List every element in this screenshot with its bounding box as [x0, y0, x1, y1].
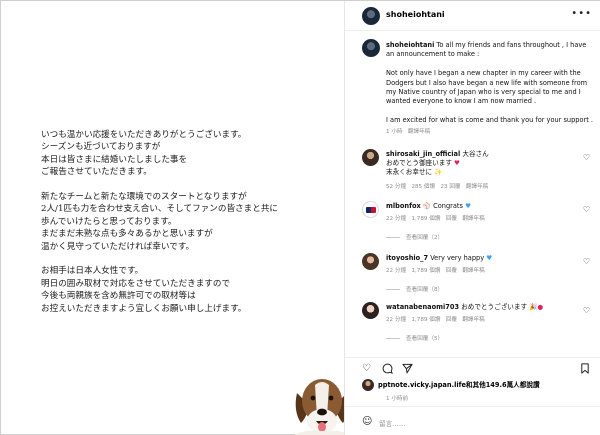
- comment-translate[interactable]: 翻譯年稿: [462, 268, 484, 274]
- post-header: shoheiohtani •••: [345, 1, 600, 31]
- letter-line: 明日の囲み取材で対応をさせていただきますので: [41, 278, 231, 289]
- comment-time[interactable]: 22 分鐘: [386, 216, 406, 222]
- post-image: いつも温かい応援をいただきありがとうございます。 シーズンも近づいておりますが …: [5, 5, 351, 435]
- letter-line: 温かく見守っていただければ幸いです。: [41, 241, 195, 252]
- letter-line: 今後も両親族を含め無許可での取材等は: [41, 291, 196, 302]
- comment-meta: 22 分鐘 1,789 個讚 回覆 翻譯年稿: [386, 214, 485, 222]
- letter-line: ご報告させていただきます。: [41, 167, 152, 178]
- comment-body: watanabenaomi703 おめでとうございます 🎉●: [386, 303, 576, 312]
- comment-text: Congrats: [433, 202, 463, 210]
- caption-text: shoheiohtani To all my friends and fans …: [386, 41, 594, 135]
- comment-translate[interactable]: 翻譯年稿: [462, 216, 484, 222]
- avatar: [362, 379, 374, 391]
- avatar[interactable]: [362, 149, 379, 166]
- likes-summary[interactable]: pptnote.vicky.japan.life和其他149.6萬人都說讚: [362, 379, 540, 391]
- comment-translate[interactable]: 翻譯年稿: [462, 317, 484, 323]
- letter-line: いつも温かい応援をいただきありがとうございます。: [41, 130, 247, 140]
- letter-line: 本日は皆さまに結婚いたしました事を: [41, 154, 188, 165]
- announcement-letter: いつも温かい応援をいただきありがとうございます。 シーズンも近づいておりますが …: [41, 129, 341, 327]
- heart-icon[interactable]: ♡: [583, 306, 590, 315]
- comment-time[interactable]: 22 分鐘: [386, 268, 406, 274]
- caption-paragraph-2: Not only have I began a new chapter in m…: [386, 69, 588, 106]
- avatar[interactable]: [362, 201, 379, 218]
- view-replies-link[interactable]: 查看回覆（5）: [386, 334, 443, 342]
- blue-heart-emoji-icon: ♥: [486, 254, 493, 262]
- letter-line: 歩んでいけたらと思っております。: [41, 216, 177, 227]
- comment-reply[interactable]: 回覆: [446, 216, 457, 222]
- comment-text-line-3: 末永くお幸せに: [386, 168, 433, 176]
- caption-translate[interactable]: 翻譯年稿: [408, 129, 430, 135]
- comment-meta: 22 分鐘 1,789 個讚 回覆 翻譯年稿: [386, 315, 485, 323]
- comment-reply[interactable]: 23 回覆: [440, 184, 460, 190]
- comment-username[interactable]: itoyoshio_7: [386, 254, 428, 262]
- sparkle-emoji-icon: ✨: [434, 168, 443, 176]
- emoji-icon[interactable]: ☺: [362, 416, 372, 427]
- comment-time[interactable]: 52 分鐘: [386, 184, 406, 190]
- post-time[interactable]: 1 小時前: [386, 394, 408, 402]
- view-replies-link[interactable]: 查看回覆（2）: [386, 233, 443, 241]
- letter-line: まだまだ未熟な点も多々あるかと思いますが: [41, 229, 213, 240]
- comment-translate[interactable]: 翻譯年稿: [466, 184, 488, 190]
- view-replies-link[interactable]: 查看回覆（8）: [386, 285, 443, 293]
- comment-text-line-1: 大谷さん: [462, 150, 489, 158]
- heart-icon[interactable]: ♡: [362, 363, 371, 374]
- action-bar: ♡: [345, 357, 600, 375]
- comment-body: itoyoshio_7 Very very happy ♥: [386, 254, 576, 263]
- heart-icon[interactable]: ♡: [583, 257, 590, 266]
- more-horizontal-icon[interactable]: •••: [571, 8, 592, 19]
- letter-line: お相手は日本人女性です。: [41, 266, 144, 277]
- caption-username[interactable]: shoheiohtani: [386, 41, 434, 49]
- caption-meta: 1 小時 翻譯年稿: [386, 127, 430, 135]
- likes-text: pptnote.vicky.japan.life和其他149.6萬人都說讚: [378, 381, 540, 389]
- comment-text: Very very happy: [430, 254, 485, 262]
- heart-emoji-icon: ♥: [454, 159, 460, 167]
- comment-text-line-2: おめでとう御座います: [386, 159, 452, 167]
- letter-line: お控えいただきますよう宜しくお願い申し上げます。: [41, 303, 247, 314]
- letter-line: 2人/1匹も力を合わせ支え合い、そしてファンの皆さまと共に: [41, 204, 279, 215]
- post-details-panel: shoheiohtani ••• shoheiohtani To all my …: [344, 1, 600, 435]
- letter-paragraph-1: いつも温かい応援をいただきありがとうございます。 シーズンも近づいておりますが …: [41, 129, 341, 179]
- letter-line: シーズンも近づいておりますが: [41, 142, 161, 153]
- blue-heart-emoji-icon: ♥: [465, 202, 471, 210]
- mlb-logo-icon: [366, 207, 376, 213]
- comment-body: shirosaki_jin_official 大谷さん おめでとう御座います ♥…: [386, 150, 576, 177]
- bookmark-icon[interactable]: [580, 363, 590, 377]
- letter-paragraph-2: 新たなチームと新たな環境でのスタートとなりますが 2人/1匹も力を合わせ支え合い…: [41, 191, 341, 253]
- avatar[interactable]: [362, 39, 380, 57]
- baseball-emoji-icon: ⚾: [422, 202, 432, 210]
- comment-meta: 22 分鐘 1,789 個讚 回覆 翻譯年稿: [386, 266, 485, 274]
- letter-line: 新たなチームと新たな環境でのスタートとなりますが: [41, 192, 247, 203]
- comment-likes[interactable]: 1,789 個讚: [411, 317, 440, 323]
- comment-text: おめでとうございます: [461, 303, 528, 311]
- instagram-post-window: いつも温かい応援をいただきありがとうございます。 シーズンも近づいておりますが …: [0, 0, 600, 435]
- comment-reply[interactable]: 回覆: [446, 268, 457, 274]
- add-comment-bar: ☺ 留言……: [345, 406, 600, 435]
- avatar[interactable]: [362, 7, 380, 25]
- comment-icon[interactable]: [382, 363, 393, 377]
- comment-likes[interactable]: 1,789 個讚: [411, 268, 440, 274]
- avatar[interactable]: [362, 302, 379, 319]
- comment-likes[interactable]: 285 個讚: [411, 184, 435, 190]
- comment-body: mlbonfox ⚾ Congrats ♥: [386, 202, 576, 211]
- avatar[interactable]: [362, 253, 379, 270]
- caption-paragraph-3: I am excited for what is come and thank …: [386, 116, 593, 125]
- heart-icon[interactable]: ♡: [583, 153, 590, 162]
- heart-icon[interactable]: ♡: [583, 205, 590, 214]
- comment-meta: 52 分鐘 285 個讚 23 回覆 翻譯年稿: [386, 182, 488, 190]
- comment-username[interactable]: mlbonfox: [386, 202, 421, 210]
- caption-time[interactable]: 1 小時: [386, 129, 403, 135]
- red-circle-emoji-icon: ●: [537, 303, 544, 311]
- comment-username[interactable]: watanabenaomi703: [386, 303, 459, 311]
- comment-reply[interactable]: 回覆: [446, 317, 457, 323]
- comment-time[interactable]: 22 分鐘: [386, 317, 406, 323]
- comment-likes[interactable]: 1,789 個讚: [411, 216, 440, 222]
- header-username[interactable]: shoheiohtani: [386, 10, 445, 19]
- comment-input[interactable]: 留言……: [379, 418, 405, 428]
- letter-paragraph-3: お相手は日本人女性です。 明日の囲み取材で対応をさせていただきますので 今後も両…: [41, 265, 341, 315]
- send-icon[interactable]: [402, 363, 413, 377]
- comment-username[interactable]: shirosaki_jin_official: [386, 150, 460, 158]
